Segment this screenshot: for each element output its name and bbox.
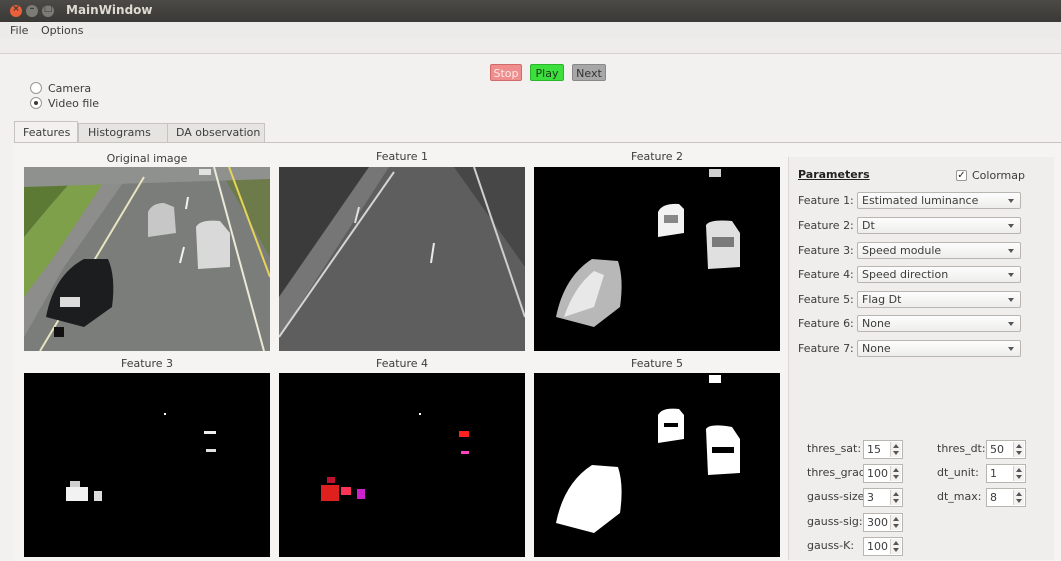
gauss-size-value: 3 xyxy=(867,491,874,504)
tab-da-observation[interactable]: DA observation xyxy=(167,123,265,142)
dt-max-value: 8 xyxy=(990,491,997,504)
gauss-sig-value: 300 xyxy=(867,516,888,529)
feature6-param-label: Feature 6: xyxy=(798,317,854,330)
chevron-down-icon xyxy=(1008,322,1014,326)
colormap-checkbox[interactable]: ✓ xyxy=(956,170,967,181)
spin-arrows-icon[interactable] xyxy=(1013,490,1024,505)
menu-bar: File Options xyxy=(0,22,1061,39)
feature7-param-label: Feature 7: xyxy=(798,342,854,355)
spin-arrows-icon[interactable] xyxy=(890,515,901,530)
stop-button[interactable]: Stop xyxy=(490,64,522,81)
thres-dt-label: thres_dt: xyxy=(937,442,986,455)
gauss-k-value: 100 xyxy=(867,540,888,553)
colormap-label: Colormap xyxy=(972,169,1025,182)
next-button[interactable]: Next xyxy=(572,64,606,81)
tab-features[interactable]: Features xyxy=(14,121,78,143)
original-image xyxy=(24,167,270,351)
feature1-label: Feature 1 xyxy=(375,150,429,163)
feature5-image xyxy=(534,373,780,557)
title-bar: × – □ MainWindow xyxy=(0,0,1061,22)
feature2-select[interactable]: Dt xyxy=(857,217,1021,234)
menu-options[interactable]: Options xyxy=(41,24,83,37)
minimize-window-icon[interactable]: – xyxy=(26,4,38,17)
camera-radio-button[interactable] xyxy=(30,82,42,94)
chevron-down-icon xyxy=(1008,249,1014,253)
dt-max-label: dt_max: xyxy=(937,490,982,503)
feature6-select[interactable]: None xyxy=(857,315,1021,332)
thres-dt-value: 50 xyxy=(990,443,1004,456)
menu-file[interactable]: File xyxy=(10,24,28,37)
feature5-select-value: Flag Dt xyxy=(862,293,902,306)
dt-unit-value: 1 xyxy=(990,467,997,480)
feature7-select-value: None xyxy=(862,342,891,355)
chevron-down-icon xyxy=(1008,347,1014,351)
thres-sat-spinbox[interactable]: 15 xyxy=(863,440,903,459)
feature3-select-value: Speed module xyxy=(862,244,942,257)
video-file-radio[interactable]: Video file xyxy=(30,96,99,110)
feature4-select-value: Speed direction xyxy=(862,268,949,281)
feature5-param-label: Feature 5: xyxy=(798,293,854,306)
feature3-select[interactable]: Speed module xyxy=(857,242,1021,259)
spin-arrows-icon[interactable] xyxy=(890,442,901,457)
feature6-select-value: None xyxy=(862,317,891,330)
maximize-window-icon[interactable]: □ xyxy=(42,4,54,17)
feature4-select[interactable]: Speed direction xyxy=(857,266,1021,283)
dt-unit-label: dt_unit: xyxy=(937,466,979,479)
thres-grad-spinbox[interactable]: 100 xyxy=(863,464,903,483)
dt-max-spinbox[interactable]: 8 xyxy=(986,488,1026,507)
thres-sat-label: thres_sat: xyxy=(807,442,862,455)
window-title: MainWindow xyxy=(66,3,153,17)
dt-unit-spinbox[interactable]: 1 xyxy=(986,464,1026,483)
camera-radio[interactable]: Camera xyxy=(30,81,91,95)
spin-arrows-icon[interactable] xyxy=(890,490,901,505)
chevron-down-icon xyxy=(1008,273,1014,277)
thres-dt-spinbox[interactable]: 50 xyxy=(986,440,1026,459)
tab-histograms[interactable]: Histograms xyxy=(78,123,169,142)
feature1-image xyxy=(279,167,525,351)
feature1-select-value: Estimated luminance xyxy=(862,194,979,207)
close-window-icon[interactable]: × xyxy=(10,4,22,17)
gauss-k-label: gauss-K: xyxy=(807,539,855,552)
chevron-down-icon xyxy=(1008,224,1014,228)
spin-arrows-icon[interactable] xyxy=(1013,466,1024,481)
feature3-image xyxy=(24,373,270,557)
gauss-size-spinbox[interactable]: 3 xyxy=(863,488,903,507)
feature2-param-label: Feature 2: xyxy=(798,219,854,232)
feature3-label: Feature 3 xyxy=(120,357,174,370)
feature2-image xyxy=(534,167,780,351)
play-button[interactable]: Play xyxy=(530,64,564,81)
parameters-panel: Parameters ✓ Colormap Feature 1: Estimat… xyxy=(788,157,1054,560)
chevron-down-icon xyxy=(1008,199,1014,203)
thres-grad-value: 100 xyxy=(867,467,888,480)
spin-arrows-icon[interactable] xyxy=(890,539,901,554)
gauss-sig-spinbox[interactable]: 300 xyxy=(863,513,903,532)
gauss-k-spinbox[interactable]: 100 xyxy=(863,537,903,556)
feature5-select[interactable]: Flag Dt xyxy=(857,291,1021,308)
feature4-label: Feature 4 xyxy=(375,357,429,370)
parameters-title: Parameters xyxy=(798,168,870,181)
gauss-sig-label: gauss-sig: xyxy=(807,515,863,528)
feature3-param-label: Feature 3: xyxy=(798,244,854,257)
spin-arrows-icon[interactable] xyxy=(890,466,901,481)
video-file-radio-label: Video file xyxy=(48,96,100,110)
gauss-size-label: gauss-size: xyxy=(807,490,869,503)
camera-radio-label: Camera xyxy=(48,81,92,95)
video-file-radio-button[interactable] xyxy=(30,97,42,109)
toolbar xyxy=(0,39,1061,54)
feature4-image xyxy=(279,373,525,557)
chevron-down-icon xyxy=(1008,298,1014,302)
feature2-label: Feature 2 xyxy=(630,150,684,163)
feature7-select[interactable]: None xyxy=(857,340,1021,357)
feature2-select-value: Dt xyxy=(862,219,875,232)
original-image-label: Original image xyxy=(106,152,188,165)
feature4-param-label: Feature 4: xyxy=(798,268,854,281)
feature5-label: Feature 5 xyxy=(630,357,684,370)
spin-arrows-icon[interactable] xyxy=(1013,442,1024,457)
thres-grad-label: thres_grad: xyxy=(807,466,870,479)
thres-sat-value: 15 xyxy=(867,443,881,456)
feature1-select[interactable]: Estimated luminance xyxy=(857,192,1021,209)
feature1-param-label: Feature 1: xyxy=(798,194,854,207)
